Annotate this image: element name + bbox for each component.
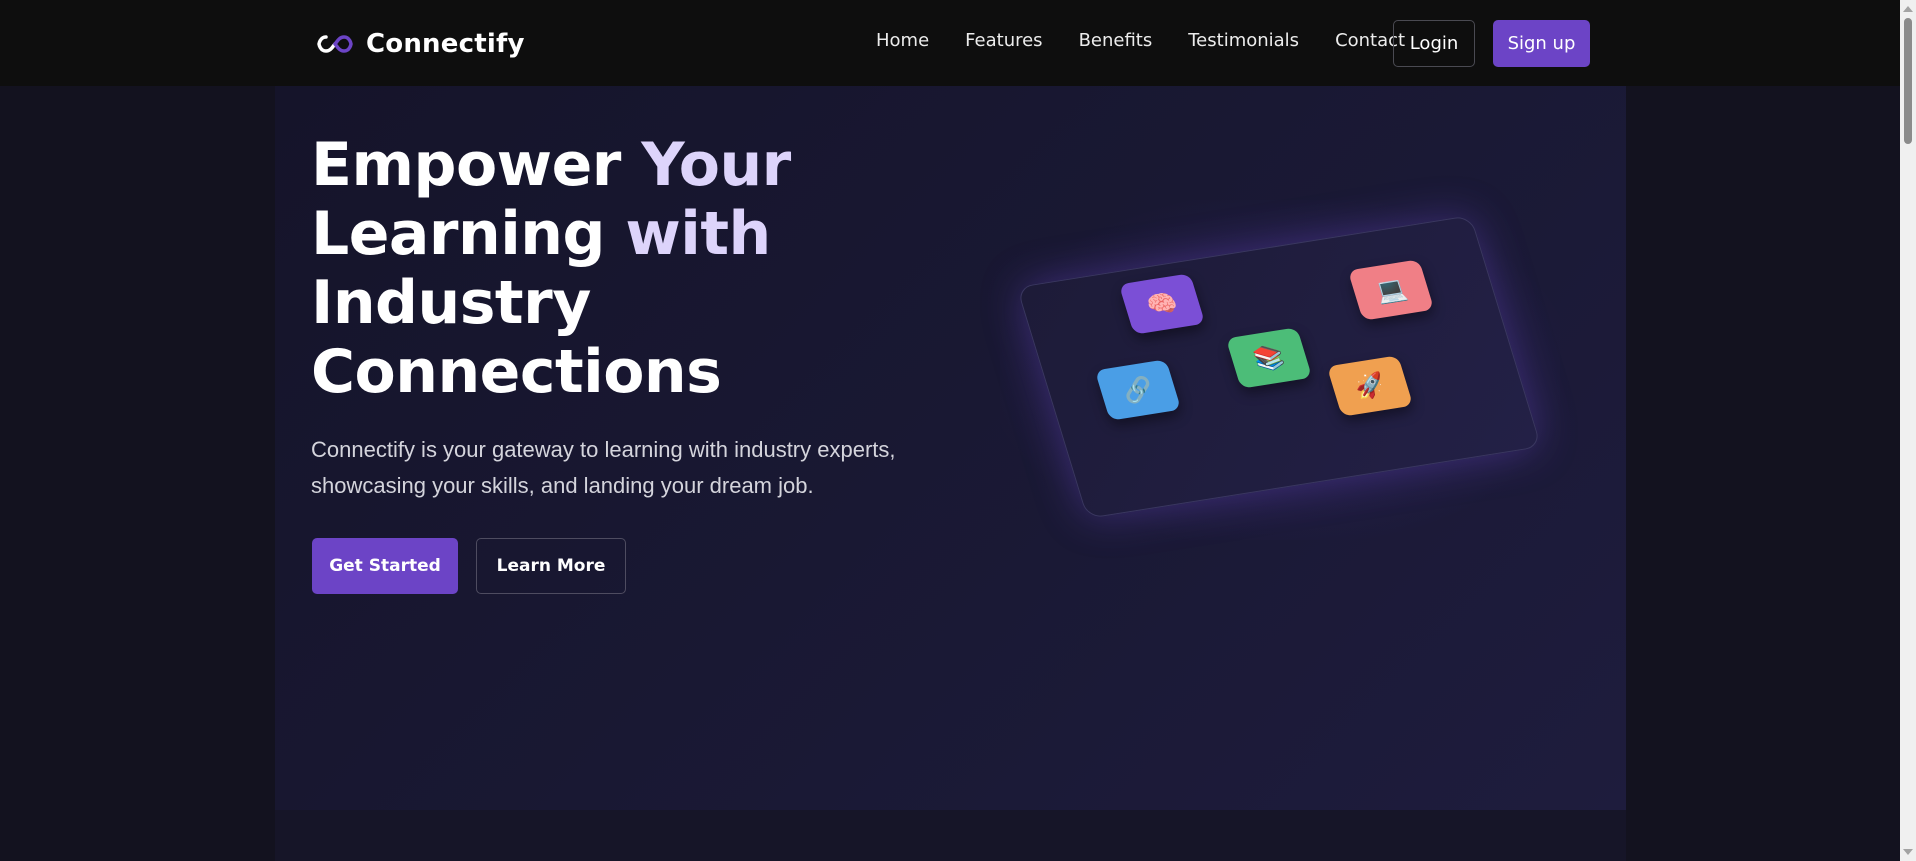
- nav-benefits[interactable]: Benefits: [1079, 30, 1153, 51]
- link-icon: 🔗: [1094, 359, 1182, 421]
- scroll-up-icon[interactable]: [1903, 6, 1913, 12]
- hero-subtitle: Connectify is your gateway to learning w…: [311, 437, 896, 498]
- signup-button[interactable]: Sign up: [1493, 20, 1590, 67]
- get-started-button[interactable]: Get Started: [312, 538, 458, 594]
- scroll-thumb[interactable]: [1904, 18, 1912, 144]
- login-button[interactable]: Login: [1393, 20, 1475, 67]
- laptop-icon: 💻: [1347, 259, 1435, 321]
- headline-highlight: with: [625, 199, 771, 269]
- headline-word: Empower: [311, 130, 642, 200]
- nav-features[interactable]: Features: [965, 30, 1042, 51]
- rocket-icon: 🚀: [1326, 355, 1414, 417]
- site-header: Connectify Home Features Benefits Testim…: [0, 0, 1900, 86]
- hero-headline: Empower Your Learning with Industry Conn…: [311, 131, 871, 407]
- headline-highlight: Your: [641, 130, 791, 200]
- page-scrollbar[interactable]: [1900, 0, 1916, 861]
- next-section-edge: [275, 810, 1626, 861]
- learn-more-button[interactable]: Learn More: [476, 538, 626, 594]
- brain-icon: 🧠: [1118, 273, 1206, 335]
- headline-word: Learning: [311, 199, 626, 269]
- infinity-logo-icon: [317, 35, 353, 53]
- nav-testimonials[interactable]: Testimonials: [1188, 30, 1299, 51]
- books-icon: 📚: [1225, 327, 1313, 389]
- nav-home[interactable]: Home: [876, 30, 929, 51]
- headline-word: Connections: [311, 337, 722, 407]
- main-nav: Home Features Benefits Testimonials Cont…: [876, 30, 1405, 51]
- brand-name: Connectify: [366, 29, 525, 59]
- headline-word: Industry: [311, 268, 591, 338]
- brand-logo[interactable]: Connectify: [316, 24, 525, 64]
- scroll-down-icon[interactable]: [1903, 849, 1913, 855]
